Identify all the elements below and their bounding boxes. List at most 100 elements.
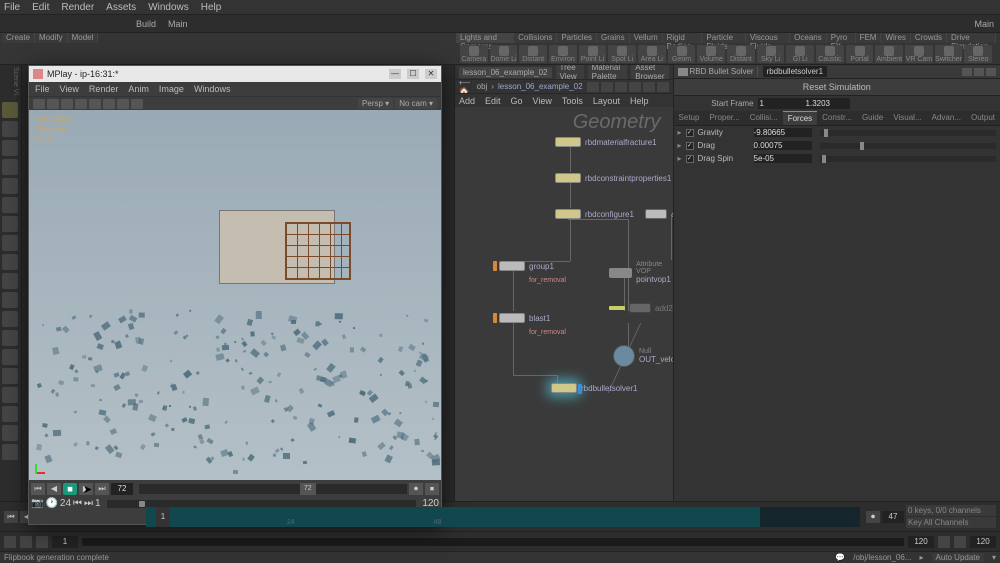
range-slider[interactable] — [82, 538, 904, 546]
shelf-icon[interactable]: GI Li — [786, 45, 814, 63]
mplay-menu-render[interactable]: Render — [89, 84, 119, 94]
select-tool-icon[interactable] — [2, 102, 18, 118]
start-frame-field[interactable]: 1 — [758, 98, 804, 109]
node-pointvop1[interactable]: Attribute VOP pointvop1 — [609, 261, 673, 284]
tab-constraints[interactable]: Constr... — [817, 111, 857, 125]
node-add1[interactable]: add1 — [645, 209, 673, 219]
tab-advanced[interactable]: Advan... — [927, 111, 966, 125]
tool-icon[interactable] — [2, 425, 18, 441]
shelf-icon[interactable]: Ambient — [875, 45, 903, 63]
ne-tool-icon[interactable] — [615, 82, 627, 92]
shelf-tab[interactable]: Rigid Bodies — [663, 33, 703, 43]
last-frame-button[interactable]: ⏭ — [95, 483, 109, 495]
drag-spin-field[interactable]: 5e-05 — [754, 154, 812, 163]
toolbar-icon[interactable] — [61, 99, 73, 109]
shelf-icon[interactable]: Volume — [697, 45, 725, 63]
key-all-button[interactable]: Key All Channels — [906, 517, 996, 528]
goto-start-button[interactable]: ⏮ — [4, 511, 18, 523]
shelf-icon[interactable]: Caustic — [816, 45, 844, 63]
shelf-icon[interactable]: Point Li — [579, 45, 607, 63]
tool-icon[interactable] — [2, 216, 18, 232]
lock-tool-icon[interactable] — [2, 178, 18, 194]
shelf-tab[interactable]: Crowds — [911, 33, 947, 43]
param-node-name[interactable]: rbdbulletsolver1 — [763, 66, 827, 77]
toolbar-icon[interactable] — [89, 99, 101, 109]
ne-menu-tools[interactable]: Tools — [562, 96, 583, 106]
ne-menu-help[interactable]: Help — [630, 96, 649, 106]
clock-icon[interactable]: 🕐 — [45, 498, 57, 509]
tool-icon[interactable] — [2, 254, 18, 270]
toolbar-icon[interactable] — [103, 99, 115, 109]
node-add2[interactable]: add2 — [609, 303, 673, 313]
path-segment[interactable]: lesson_06_example_02 — [498, 82, 583, 91]
shelf-tab[interactable]: Particle Fluids — [702, 33, 745, 43]
auto-update-dropdown[interactable]: Auto Update — [932, 553, 984, 562]
scale-tool-icon[interactable] — [2, 159, 18, 175]
tab-collision[interactable]: Collisi... — [745, 111, 783, 125]
expand-icon[interactable]: ▸ — [678, 128, 682, 137]
drag-field[interactable]: 0.00075 — [754, 141, 812, 150]
shelf-tab[interactable]: Drive Simulation — [947, 33, 996, 43]
shelf-icon[interactable]: Environ — [549, 45, 577, 63]
range-tool-icon[interactable] — [954, 536, 966, 548]
camera-dropdown[interactable]: No cam ▾ — [395, 98, 437, 109]
radial-main-right[interactable]: Main — [974, 19, 1000, 29]
mplay-menu-anim[interactable]: Anim — [128, 84, 149, 94]
tool-icon[interactable] — [2, 311, 18, 327]
prev-frame-button[interactable]: ◀ — [47, 483, 61, 495]
shelf-icon[interactable]: Spot Li — [608, 45, 636, 63]
step-fwd-button[interactable]: ⏭ — [84, 498, 93, 509]
toolbar-icon[interactable] — [75, 99, 87, 109]
shelf-tab[interactable]: Grains — [597, 33, 630, 43]
tool-icon[interactable] — [2, 368, 18, 384]
first-frame-button[interactable]: ⏮ — [31, 483, 45, 495]
maximize-button[interactable]: ☐ — [407, 69, 419, 79]
mplay-menu-view[interactable]: View — [60, 84, 79, 94]
fps-field[interactable]: 24 — [60, 498, 71, 509]
shelf-tab[interactable]: Model — [68, 33, 99, 43]
toolbar-icon[interactable] — [131, 99, 143, 109]
range-start-field[interactable]: 1 — [95, 498, 101, 509]
shelf-tab[interactable]: Modify — [35, 33, 68, 43]
shelf-icon[interactable]: Stereo — [964, 45, 992, 63]
node-rbdconfigure1[interactable]: rbdconfigure1 — [555, 209, 634, 219]
shelf-tab[interactable]: Wires — [881, 33, 910, 43]
tab-forces[interactable]: Forces — [783, 111, 817, 125]
minimize-button[interactable]: — — [389, 69, 401, 79]
menu-help[interactable]: Help — [201, 2, 222, 13]
tab-properties[interactable]: Proper... — [704, 111, 744, 125]
loop-button[interactable]: ⏹ — [425, 483, 439, 495]
help-icon[interactable] — [986, 68, 996, 76]
shelf-tab[interactable]: Create — [2, 33, 35, 43]
tool-icon[interactable] — [2, 406, 18, 422]
loop-button[interactable]: ⏺ — [409, 483, 423, 495]
tab-guide[interactable]: Guide — [857, 111, 888, 125]
menu-render[interactable]: Render — [61, 2, 94, 13]
translate-tool-icon[interactable] — [2, 121, 18, 137]
tool-icon[interactable] — [2, 235, 18, 251]
node-rbdmaterialfracture1[interactable]: rbdmaterialfracture1 — [555, 137, 657, 147]
node-group1[interactable]: group1 — [499, 261, 554, 271]
next-frame-button[interactable]: ▶ — [79, 483, 93, 495]
range-end-display[interactable]: 120 — [970, 536, 996, 548]
step-back-button[interactable]: ⏮ — [73, 498, 82, 509]
close-button[interactable]: ✕ — [425, 69, 437, 79]
path-obj[interactable]: obj — [477, 82, 488, 91]
gravity-field[interactable]: -9.80665 — [754, 128, 812, 137]
realtime-button[interactable]: ⏺ — [866, 511, 880, 523]
toolbar-icon[interactable] — [33, 99, 45, 109]
ne-menu-layout[interactable]: Layout — [593, 96, 620, 106]
menu-assets[interactable]: Assets — [106, 2, 136, 13]
shelf-icon[interactable]: VR Cam — [905, 45, 933, 63]
tab-output[interactable]: Output — [966, 111, 1000, 125]
tool-icon[interactable] — [2, 330, 18, 346]
gravity-checkbox[interactable]: ✓ — [686, 129, 694, 137]
node-editor[interactable]: Geometry rbdmaterialfractu — [455, 107, 673, 501]
shelf-icon[interactable]: Portal — [846, 45, 874, 63]
tool-icon[interactable] — [2, 387, 18, 403]
drag-spin-checkbox[interactable]: ✓ — [686, 155, 694, 163]
reset-simulation-button[interactable]: Reset Simulation — [674, 79, 1000, 96]
radial-main[interactable]: Main — [162, 17, 194, 31]
range-tool-icon[interactable] — [938, 536, 950, 548]
persp-dropdown[interactable]: Persp ▾ — [358, 98, 393, 109]
